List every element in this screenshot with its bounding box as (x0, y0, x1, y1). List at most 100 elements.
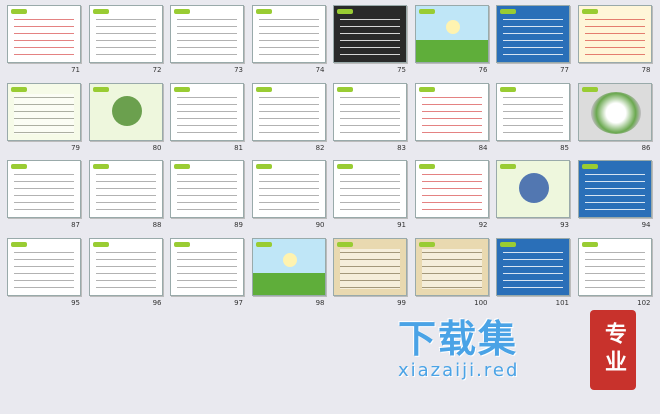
slide-preview[interactable] (88, 82, 163, 141)
slide-preview[interactable] (251, 237, 326, 296)
slide-preview[interactable] (170, 82, 244, 141)
slide-thumbnail-76[interactable]: 76 (412, 2, 492, 79)
slide-preview[interactable] (333, 82, 407, 141)
slide-preview[interactable] (7, 237, 81, 296)
slide-preview[interactable] (7, 5, 81, 63)
slide-thumbnail-92[interactable]: 92 (412, 157, 492, 234)
slide-preview[interactable] (496, 82, 570, 141)
slide-logo-badge (11, 9, 27, 14)
slide-number: 79 (71, 143, 80, 152)
slide-content (340, 171, 400, 211)
slide-thumbnail-89[interactable]: 89 (167, 157, 247, 234)
slide-logo-badge (418, 86, 435, 92)
slide-preview[interactable] (88, 160, 163, 218)
slide-number: 90 (315, 221, 325, 229)
slide-number: 82 (315, 143, 325, 152)
slide-thumbnail-72[interactable]: 72 (86, 2, 166, 79)
slide-number: 84 (478, 143, 488, 152)
slide-thumbnail-74[interactable]: 74 (249, 2, 329, 79)
slide-preview[interactable] (496, 160, 570, 218)
slide-preview[interactable] (577, 237, 652, 296)
slide-content (14, 93, 74, 134)
slide-number: 75 (397, 66, 406, 74)
slide-logo-badge (255, 9, 272, 14)
slide-thumbnail-84[interactable]: 84 (412, 80, 492, 157)
slide-thumbnail-73[interactable]: 73 (167, 2, 247, 79)
slide-content (590, 91, 641, 134)
slide-number: 72 (152, 66, 162, 74)
slide-logo-badge (11, 241, 27, 247)
slide-content (252, 272, 325, 295)
slide-preview[interactable] (496, 237, 570, 296)
slide-thumbnail-90[interactable]: 90 (249, 157, 329, 234)
slide-logo-badge (418, 241, 435, 247)
slide-number: 76 (478, 66, 488, 74)
slide-preview[interactable] (333, 237, 407, 296)
slide-thumbnail-96[interactable]: 96 (86, 235, 166, 312)
slide-preview[interactable] (88, 5, 163, 63)
slide-preview[interactable] (577, 82, 652, 141)
slide-logo-badge (174, 9, 190, 14)
slide-preview[interactable] (88, 237, 163, 296)
slide-thumbnail-95[interactable]: 95 (4, 235, 84, 312)
slide-thumbnail-79[interactable]: 79 (4, 80, 84, 157)
slide-thumbnail-82[interactable]: 82 (249, 80, 329, 157)
slide-content (177, 16, 237, 56)
slide-number: 80 (152, 143, 162, 152)
slide-thumbnail-85[interactable]: 85 (493, 80, 573, 157)
slide-preview[interactable] (251, 160, 326, 218)
slide-preview[interactable] (251, 5, 326, 63)
slide-thumbnail-86[interactable]: 86 (575, 80, 655, 157)
slide-content (258, 16, 319, 56)
slide-preview[interactable] (414, 5, 489, 63)
slide-preview[interactable] (333, 5, 407, 63)
slide-thumbnail-71[interactable]: 71 (4, 2, 84, 79)
slide-content (421, 171, 482, 211)
slide-preview[interactable] (170, 5, 244, 63)
slide-preview[interactable] (170, 160, 244, 218)
slide-logo-badge (337, 241, 353, 247)
slide-preview[interactable] (414, 160, 489, 218)
slide-thumbnail-77[interactable]: 77 (493, 2, 573, 79)
slide-thumbnail-80[interactable]: 80 (86, 80, 166, 157)
slide-number: 89 (234, 221, 243, 229)
slide-number: 95 (71, 298, 80, 307)
watermark-seal: 专业 (590, 310, 636, 390)
slide-logo-badge (255, 164, 272, 169)
slide-thumbnail-88[interactable]: 88 (86, 157, 166, 234)
slide-preview[interactable] (251, 82, 326, 141)
slide-thumbnail-83[interactable]: 83 (330, 80, 410, 157)
slide-preview[interactable] (414, 237, 489, 296)
slide-logo-badge (255, 241, 272, 247)
slide-preview[interactable] (7, 160, 81, 218)
slide-thumbnail-87[interactable]: 87 (4, 157, 84, 234)
slide-logo-badge (337, 9, 353, 14)
slide-number: 91 (397, 221, 406, 229)
slide-preview[interactable] (414, 82, 489, 141)
slide-logo-badge (92, 86, 109, 92)
slide-logo-badge (581, 9, 598, 14)
slide-thumbnail-81[interactable]: 81 (167, 80, 247, 157)
slide-thumbnail-97[interactable]: 97 (167, 235, 247, 312)
slide-preview[interactable] (577, 5, 652, 63)
slide-number: 85 (560, 143, 569, 152)
slide-preview[interactable] (496, 5, 570, 63)
slide-thumbnail-98[interactable]: 98 (249, 235, 329, 312)
slide-thumbnail-75[interactable]: 75 (330, 2, 410, 79)
slide-preview[interactable] (7, 82, 81, 141)
slide-thumbnail-94[interactable]: 94 (575, 157, 655, 234)
slide-logo-badge (11, 86, 27, 92)
slide-logo-badge (174, 164, 190, 169)
slide-thumbnail-93[interactable]: 93 (493, 157, 573, 234)
slide-number: 78 (641, 66, 651, 74)
slide-thumbnail-91[interactable]: 91 (330, 157, 410, 234)
slide-logo-badge (500, 86, 516, 92)
slide-preview[interactable] (170, 237, 244, 296)
slide-logo-badge (581, 241, 598, 247)
slide-preview[interactable] (577, 160, 652, 218)
slide-number: 77 (560, 66, 569, 74)
slide-logo-badge (92, 241, 109, 247)
slide-number: 87 (71, 221, 80, 229)
slide-preview[interactable] (333, 160, 407, 218)
slide-thumbnail-78[interactable]: 78 (575, 2, 655, 79)
